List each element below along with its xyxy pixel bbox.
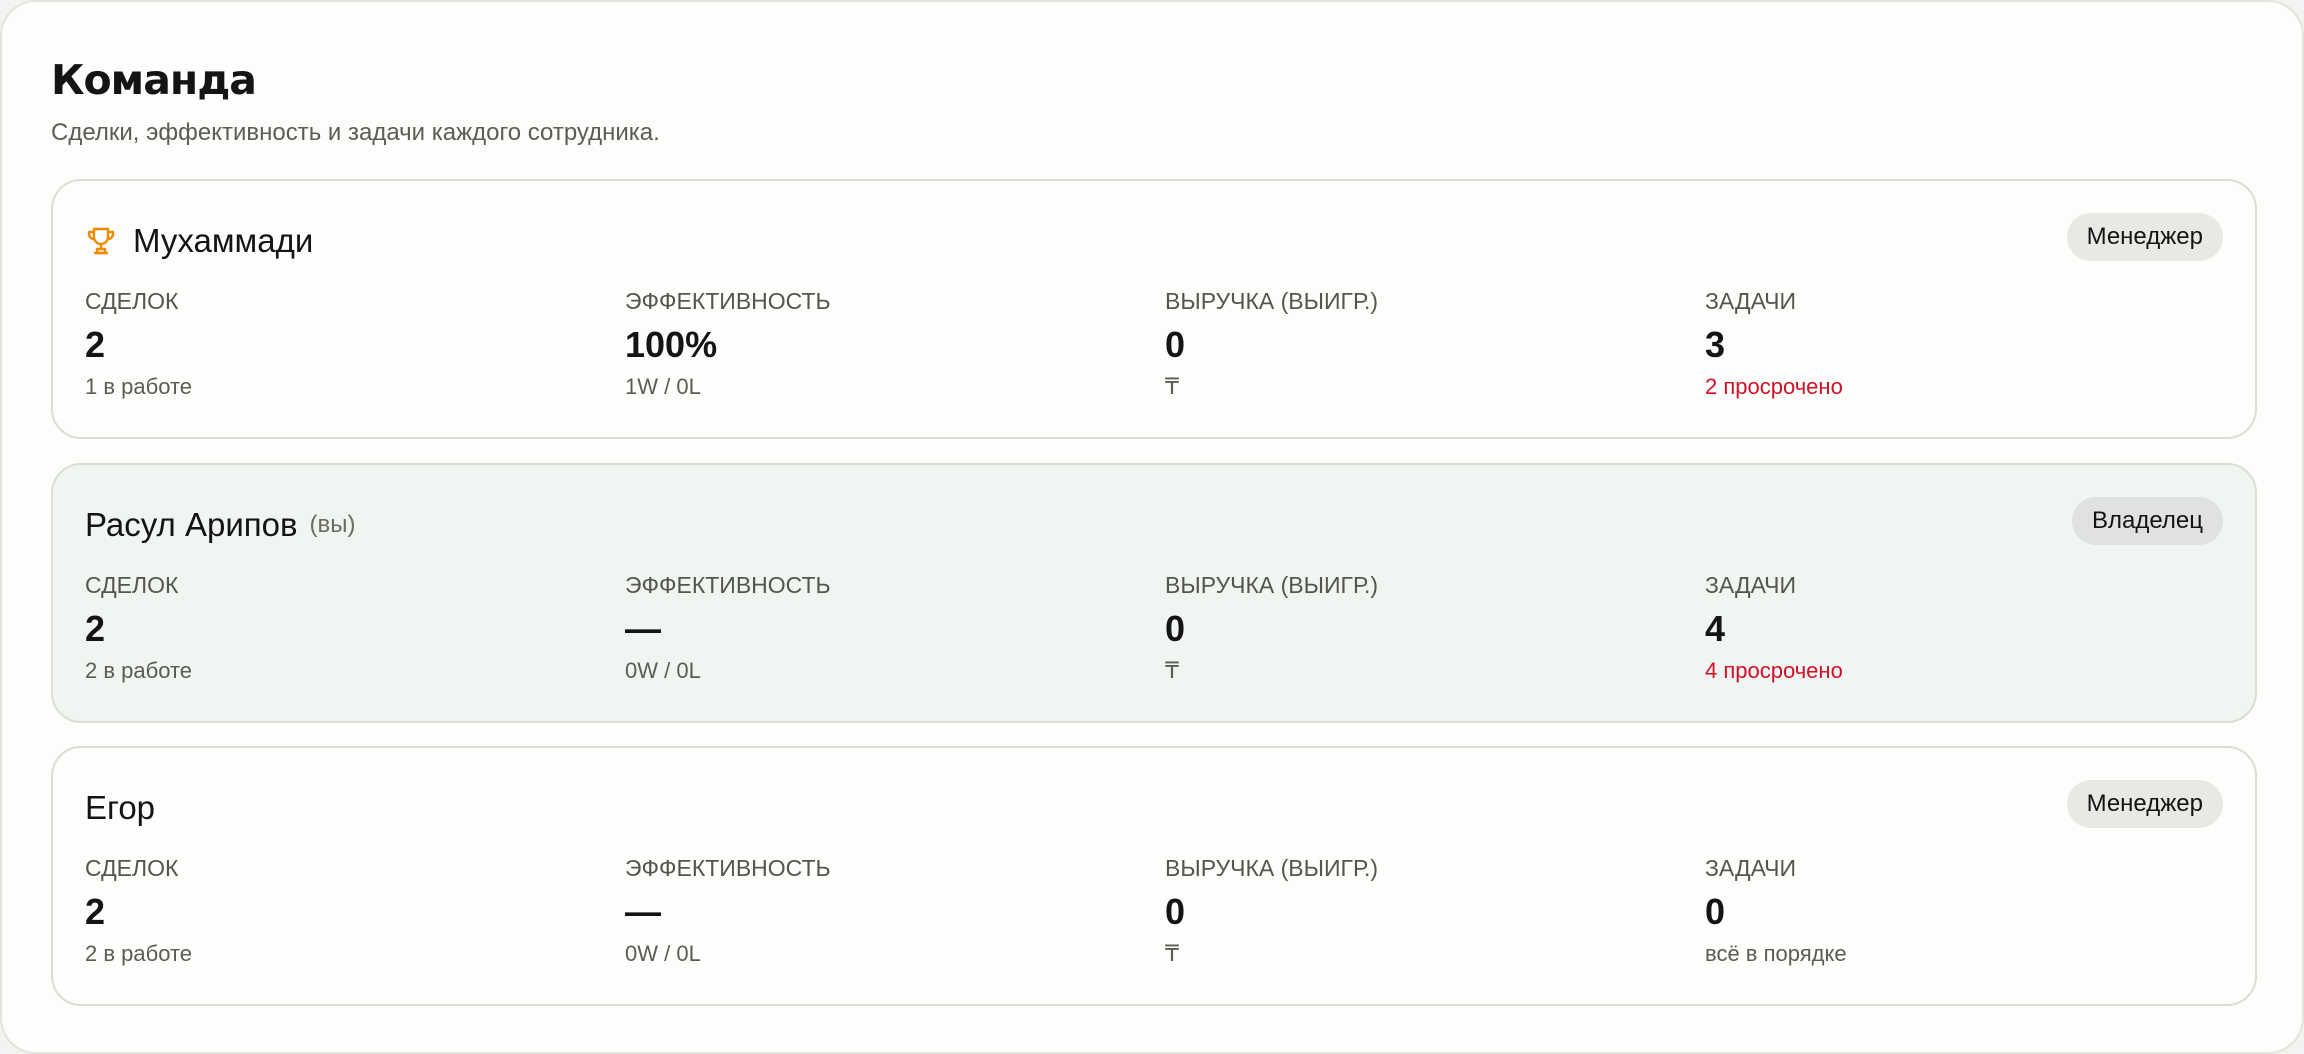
stat-sub: 1W / 0L bbox=[625, 374, 701, 399]
stat-value: 4 bbox=[1705, 608, 1726, 649]
stat-revenue: ВЫРУЧКА (ВЫИГР.) 0 ₸ bbox=[1165, 853, 1685, 969]
stat-sub: 0W / 0L bbox=[625, 658, 701, 683]
stat-sub: 0W / 0L bbox=[625, 941, 701, 966]
role-badge: Владелец bbox=[2071, 497, 2223, 545]
role-badge: Менеджер bbox=[2066, 780, 2223, 828]
stat-label: ЭФФЕКТИВНОСТЬ bbox=[625, 288, 831, 314]
stat-sub: 2 в работе bbox=[85, 941, 193, 966]
stat-sub: 2 в работе bbox=[85, 658, 193, 683]
stat-deals: СДЕЛОК 2 2 в работе bbox=[85, 570, 605, 686]
stat-value: 0 bbox=[1165, 608, 1186, 649]
stat-sub: ₸ bbox=[1165, 658, 1179, 683]
overdue-count: 2 просрочено bbox=[1705, 374, 1843, 399]
stat-value: 3 bbox=[1705, 324, 1726, 365]
stat-deals: СДЕЛОК 2 1 в работе bbox=[85, 286, 605, 402]
stat-value: 100% bbox=[625, 324, 718, 365]
member-header: Расул Арипов (вы) bbox=[85, 503, 356, 547]
role-badge: Менеджер bbox=[2066, 213, 2223, 261]
stat-tasks: ЗАДАЧИ 3 2 просрочено bbox=[1705, 286, 2225, 402]
stat-value: — bbox=[625, 891, 661, 932]
stat-sub: ₸ bbox=[1165, 941, 1179, 966]
stat-label: ЗАДАЧИ bbox=[1705, 572, 1796, 598]
stat-sub: ₸ bbox=[1165, 374, 1179, 399]
member-header: Егор bbox=[85, 786, 155, 830]
stat-efficiency: ЭФФЕКТИВНОСТЬ 100% 1W / 0L bbox=[625, 286, 1145, 402]
stat-efficiency: ЭФФЕКТИВНОСТЬ — 0W / 0L bbox=[625, 853, 1145, 969]
stat-value: — bbox=[625, 608, 661, 649]
member-card[interactable]: Мухаммади Менеджер СДЕЛОК 2 1 в работе Э… bbox=[51, 179, 2257, 439]
stat-revenue: ВЫРУЧКА (ВЫИГР.) 0 ₸ bbox=[1165, 570, 1685, 686]
member-header: Мухаммади bbox=[85, 219, 313, 263]
stat-efficiency: ЭФФЕКТИВНОСТЬ — 0W / 0L bbox=[625, 570, 1145, 686]
stat-deals: СДЕЛОК 2 2 в работе bbox=[85, 853, 605, 969]
member-name: Егор bbox=[85, 789, 156, 826]
stat-label: СДЕЛОК bbox=[85, 288, 179, 314]
stat-revenue: ВЫРУЧКА (ВЫИГР.) 0 ₸ bbox=[1165, 286, 1685, 402]
trophy-icon bbox=[85, 225, 117, 257]
member-name: Мухаммади bbox=[133, 222, 314, 259]
stat-label: ЗАДАЧИ bbox=[1705, 288, 1796, 314]
you-tag: (вы) bbox=[309, 511, 356, 538]
stat-value: 0 bbox=[1165, 891, 1186, 932]
stat-label: ЭФФЕКТИВНОСТЬ bbox=[625, 855, 831, 881]
member-card[interactable]: Егор Менеджер СДЕЛОК 2 2 в работе ЭФФЕКТ… bbox=[51, 746, 2257, 1006]
page-subtitle: Сделки, эффективность и задачи каждого с… bbox=[51, 119, 660, 146]
stat-label: ВЫРУЧКА (ВЫИГР.) bbox=[1165, 572, 1378, 598]
stat-sub: 1 в работе bbox=[85, 374, 193, 399]
stat-label: ВЫРУЧКА (ВЫИГР.) bbox=[1165, 855, 1378, 881]
stat-value: 2 bbox=[85, 324, 106, 365]
stat-label: СДЕЛОК bbox=[85, 855, 179, 881]
member-card-self[interactable]: Расул Арипов (вы) Владелец СДЕЛОК 2 2 в … bbox=[51, 463, 2257, 723]
stat-label: СДЕЛОК bbox=[85, 572, 179, 598]
stat-value: 0 bbox=[1165, 324, 1186, 365]
stat-label: ЗАДАЧИ bbox=[1705, 855, 1796, 881]
page-title: Команда bbox=[51, 56, 257, 104]
stat-label: ВЫРУЧКА (ВЫИГР.) bbox=[1165, 288, 1378, 314]
stat-value: 0 bbox=[1705, 891, 1726, 932]
overdue-count: 4 просрочено bbox=[1705, 658, 1843, 683]
member-name: Расул Арипов bbox=[85, 506, 298, 543]
team-panel: Команда Сделки, эффективность и задачи к… bbox=[0, 0, 2304, 1054]
stat-tasks: ЗАДАЧИ 0 всё в порядке bbox=[1705, 853, 2225, 969]
stat-tasks: ЗАДАЧИ 4 4 просрочено bbox=[1705, 570, 2225, 686]
stat-sub: всё в порядке bbox=[1705, 941, 1847, 966]
stat-value: 2 bbox=[85, 608, 106, 649]
stat-value: 2 bbox=[85, 891, 106, 932]
stat-label: ЭФФЕКТИВНОСТЬ bbox=[625, 572, 831, 598]
